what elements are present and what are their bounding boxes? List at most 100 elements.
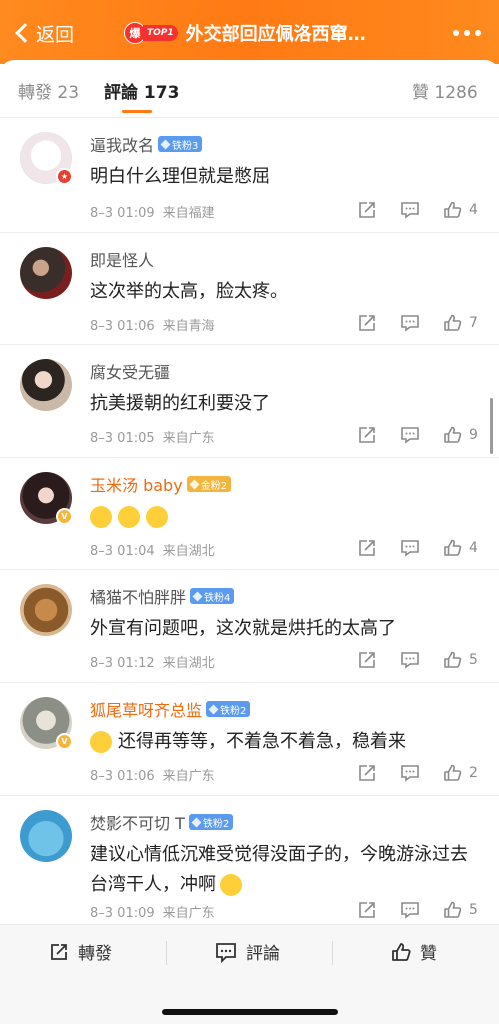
- comment-time: 8–3 01:12: [90, 656, 155, 671]
- diamond-icon: [208, 704, 219, 714]
- comment-item[interactable]: 腐女受无疆 抗美援朝的红利要没了 8–3 01:05 来自广东 9: [0, 345, 499, 458]
- comment-share-button[interactable]: [357, 425, 377, 445]
- comment-item[interactable]: 焚影不可切 T 铁粉2 建议心情低沉难受觉得没面子的，今晚游泳过去台湾干人，冲啊 8–…: [0, 796, 499, 924]
- comment-author[interactable]: 玉米汤 baby 金粉2: [90, 472, 232, 496]
- comment-item[interactable]: 橘猫不怕胖胖 铁粉4 外宣有问题吧，这次就是烘托的太高了 8–3 01:12 来自湖北 5: [0, 570, 499, 683]
- comment-like-button[interactable]: 4: [443, 538, 478, 558]
- scrollbar[interactable]: [490, 398, 493, 454]
- avatar[interactable]: [20, 359, 72, 411]
- share-icon: [359, 427, 375, 443]
- verified-badge-icon: ★: [56, 168, 73, 185]
- comment-meta: 8–3 01:06 来自广东: [90, 765, 215, 784]
- comment-author[interactable]: 腐女受无疆: [90, 359, 170, 383]
- comment-like-button[interactable]: 4: [443, 200, 478, 220]
- more-menu-button[interactable]: [453, 30, 481, 36]
- comment-item[interactable]: V 狐尾草呀齐总监 铁粉2 还得再等等，不着急不着急，稳着来 8–3 01:06 来自广东…: [0, 683, 499, 796]
- comment-text: [90, 502, 480, 532]
- sweat-emoji-icon: [220, 874, 242, 896]
- comment-author[interactable]: 逼我改名 铁粉3: [90, 132, 203, 156]
- repost-button[interactable]: 轉發: [48, 939, 112, 964]
- comment-reply-button[interactable]: [400, 763, 420, 783]
- comment-button[interactable]: 評論: [214, 939, 280, 964]
- comment-author[interactable]: 狐尾草呀齐总监 铁粉2: [90, 697, 251, 721]
- topic-title[interactable]: 爆 TOP1 外交部回应佩洛西窜…: [124, 18, 366, 48]
- comment-meta: 8–3 01:09 来自福建: [90, 202, 215, 221]
- avatar[interactable]: [20, 247, 72, 299]
- author-name: 即是怪人: [90, 251, 155, 270]
- grin-emoji-icon: [118, 506, 140, 528]
- comment-like-button[interactable]: 2: [443, 763, 478, 783]
- dot-icon: [453, 30, 459, 36]
- diamond-icon: [189, 479, 200, 489]
- comment-share-button[interactable]: [357, 900, 377, 920]
- hot-rank: TOP1: [143, 25, 178, 41]
- comment-like-button[interactable]: 9: [443, 425, 478, 445]
- tab-reposts-count: 23: [57, 83, 80, 103]
- comment-location: 来自广东: [162, 769, 215, 784]
- comment-item[interactable]: ★ 逼我改名 铁粉3 明白什么理但就是憋屈 8–3 01:09 来自福建 4: [0, 118, 499, 233]
- avatar[interactable]: [20, 810, 72, 862]
- author-name: 逼我改名: [90, 136, 155, 155]
- comment-share-button[interactable]: [357, 650, 377, 670]
- diamond-icon: [191, 817, 202, 827]
- fan-badge: 铁粉2: [188, 814, 234, 830]
- comment-text: 还得再等等，不着急不着急，稳着来: [90, 727, 480, 757]
- comment-reply-button[interactable]: [400, 900, 420, 920]
- comment-reply-button[interactable]: [400, 425, 420, 445]
- comment-reply-button[interactable]: [400, 313, 420, 333]
- comment-body: 外宣有问题吧，这次就是烘托的太高了: [90, 618, 396, 639]
- thumbs-up-icon: [444, 651, 462, 668]
- comment-like-button[interactable]: 7: [443, 313, 478, 333]
- tab-likes[interactable]: 贊 1286: [412, 78, 478, 103]
- tab-comments-label: 評論: [104, 83, 138, 103]
- repost-label: 轉發: [78, 944, 112, 964]
- comment-meta: 8–3 01:04 来自湖北: [90, 540, 215, 559]
- comment-author[interactable]: 即是怪人: [90, 247, 154, 271]
- fan-badge: 铁粉4: [190, 588, 235, 604]
- comment-time: 8–3 01:06: [90, 319, 155, 334]
- comment-icon: [401, 540, 419, 557]
- share-icon: [359, 902, 375, 918]
- fan-badge-label: 铁粉4: [204, 592, 231, 604]
- comment-text: 外宣有问题吧，这次就是烘托的太高了: [90, 614, 480, 644]
- author-name: 玉米汤 baby: [90, 476, 183, 495]
- thumbs-up-icon: [444, 539, 462, 556]
- like-button[interactable]: 贊: [390, 939, 437, 964]
- comment-text: 这次举的太高，脸太疼。: [90, 277, 480, 307]
- comment-location: 来自广东: [162, 906, 215, 921]
- comment-like-button[interactable]: 5: [443, 900, 478, 920]
- comment-reply-button[interactable]: [400, 650, 420, 670]
- comment-reply-button[interactable]: [400, 200, 420, 220]
- tab-likes-count: 1286: [434, 83, 478, 103]
- tab-reposts-label: 轉發: [18, 83, 52, 103]
- back-button[interactable]: 返回: [10, 18, 74, 48]
- comment-author[interactable]: 焚影不可切 T 铁粉2: [90, 810, 234, 834]
- tab-bar: 轉發 23 評論 173 贊 1286: [0, 60, 499, 118]
- comment-share-button[interactable]: [357, 313, 377, 333]
- comment-share-button[interactable]: [357, 538, 377, 558]
- tab-reposts[interactable]: 轉發 23: [18, 78, 79, 103]
- comment-body: 抗美援朝的红利要没了: [90, 393, 270, 414]
- comment-item[interactable]: 即是怪人 这次举的太高，脸太疼。 8–3 01:06 来自青海 7: [0, 233, 499, 345]
- avatar[interactable]: [20, 584, 72, 636]
- comment-reply-button[interactable]: [400, 538, 420, 558]
- share-icon: [359, 652, 375, 668]
- tab-comments-count: 173: [143, 83, 180, 103]
- comment-icon: [401, 202, 419, 219]
- like-count: 4: [469, 540, 478, 556]
- comment-body: 还得再等等，不着急不着急，稳着来: [118, 731, 406, 752]
- tab-comments[interactable]: 評論 173: [104, 78, 179, 103]
- comment-author[interactable]: 橘猫不怕胖胖 铁粉4: [90, 584, 235, 608]
- grin-emoji-icon: [146, 506, 168, 528]
- comment-location: 来自广东: [162, 431, 215, 446]
- comment-share-button[interactable]: [357, 200, 377, 220]
- page-title: 外交部回应佩洛西窜…: [185, 24, 366, 45]
- share-icon: [359, 202, 375, 218]
- comment-item[interactable]: V 玉米汤 baby 金粉2 8–3 01:04 来自湖北 4: [0, 458, 499, 570]
- comment-share-button[interactable]: [357, 763, 377, 783]
- comment-body: 建议心情低沉难受觉得没面子的，今晚游泳过去台湾干人，冲啊: [90, 844, 468, 895]
- comment-like-button[interactable]: 5: [443, 650, 478, 670]
- comment-location: 来自湖北: [162, 656, 215, 671]
- diamond-icon: [192, 591, 203, 601]
- fan-badge-label: 铁粉3: [172, 140, 199, 152]
